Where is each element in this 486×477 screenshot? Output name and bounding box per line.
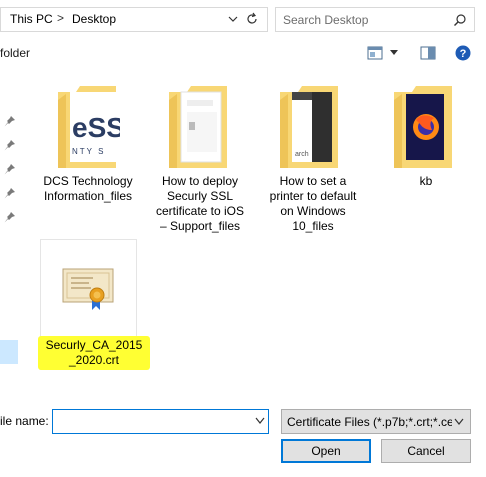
item-label-line: How to set a	[279, 174, 347, 188]
item-label-line: printer to default	[269, 189, 357, 203]
open-button[interactable]: Open	[281, 439, 371, 463]
item-label-line: _2020.crt	[68, 353, 120, 367]
address-bar[interactable]: This PC > Desktop	[0, 7, 268, 32]
item-label-line: certificate to iOS	[155, 204, 245, 218]
preview-pane-icon[interactable]	[420, 46, 436, 60]
view-dropdown-icon[interactable]	[389, 49, 399, 57]
pin-icon[interactable]	[4, 115, 16, 127]
breadcrumb-this-pc[interactable]: This PC	[10, 12, 53, 26]
new-folder-button[interactable]: folder	[0, 46, 30, 60]
search-input[interactable]: Search Desktop	[275, 7, 475, 32]
file-type-select[interactable]: Certificate Files (*.p7b;*.crt;*.ce	[281, 409, 471, 434]
search-icon[interactable]	[453, 13, 467, 27]
item-label-line: kb	[419, 174, 433, 188]
item-label-line: Securly SSL	[166, 189, 234, 203]
nav-item-selected[interactable]	[0, 340, 18, 364]
svg-text:eSS: eSS	[72, 112, 120, 143]
pin-icon[interactable]	[4, 139, 16, 151]
pin-icon[interactable]	[4, 163, 16, 175]
chevron-down-icon	[454, 418, 464, 425]
chevron-down-icon[interactable]	[255, 417, 265, 425]
svg-text:NTY S: NTY S	[72, 147, 105, 156]
file-type-value: Certificate Files (*.p7b;*.crt;*.ce	[287, 415, 452, 429]
item-label-line: DCS Technology	[43, 174, 133, 188]
file-name-field[interactable]	[52, 409, 269, 434]
folder-icon	[169, 86, 227, 168]
refresh-icon[interactable]	[245, 12, 259, 26]
breadcrumb-separator[interactable]: >	[57, 11, 64, 25]
item-label-line: 10_files	[292, 219, 334, 233]
breadcrumb-desktop[interactable]: Desktop	[72, 12, 116, 26]
item-label-line: Securly_CA_2015	[45, 338, 143, 352]
change-view-icon[interactable]	[367, 46, 383, 60]
cancel-button[interactable]: Cancel	[381, 439, 471, 463]
chevron-down-icon[interactable]	[227, 13, 239, 25]
item-label-line: How to deploy	[161, 174, 239, 188]
certificate-icon	[62, 268, 114, 310]
svg-text:arch: arch	[295, 151, 309, 158]
file-name-label: ile name:	[0, 414, 49, 428]
folder-icon: eSS NTY S	[58, 86, 120, 168]
folder-icon	[394, 86, 452, 168]
svg-text:?: ?	[460, 48, 467, 60]
help-icon[interactable]: ?	[455, 45, 471, 61]
search-placeholder: Search Desktop	[283, 13, 369, 27]
pin-icon[interactable]	[4, 187, 16, 199]
certificate-file-label: Securly_CA_2015 _2020.crt	[38, 336, 150, 370]
item-label-line: Information_files	[43, 189, 133, 203]
item-label-line: on Windows	[280, 204, 346, 218]
folder-icon: arch	[280, 86, 338, 168]
pin-icon[interactable]	[4, 211, 16, 223]
item-label-line: – Support_files	[159, 219, 241, 233]
